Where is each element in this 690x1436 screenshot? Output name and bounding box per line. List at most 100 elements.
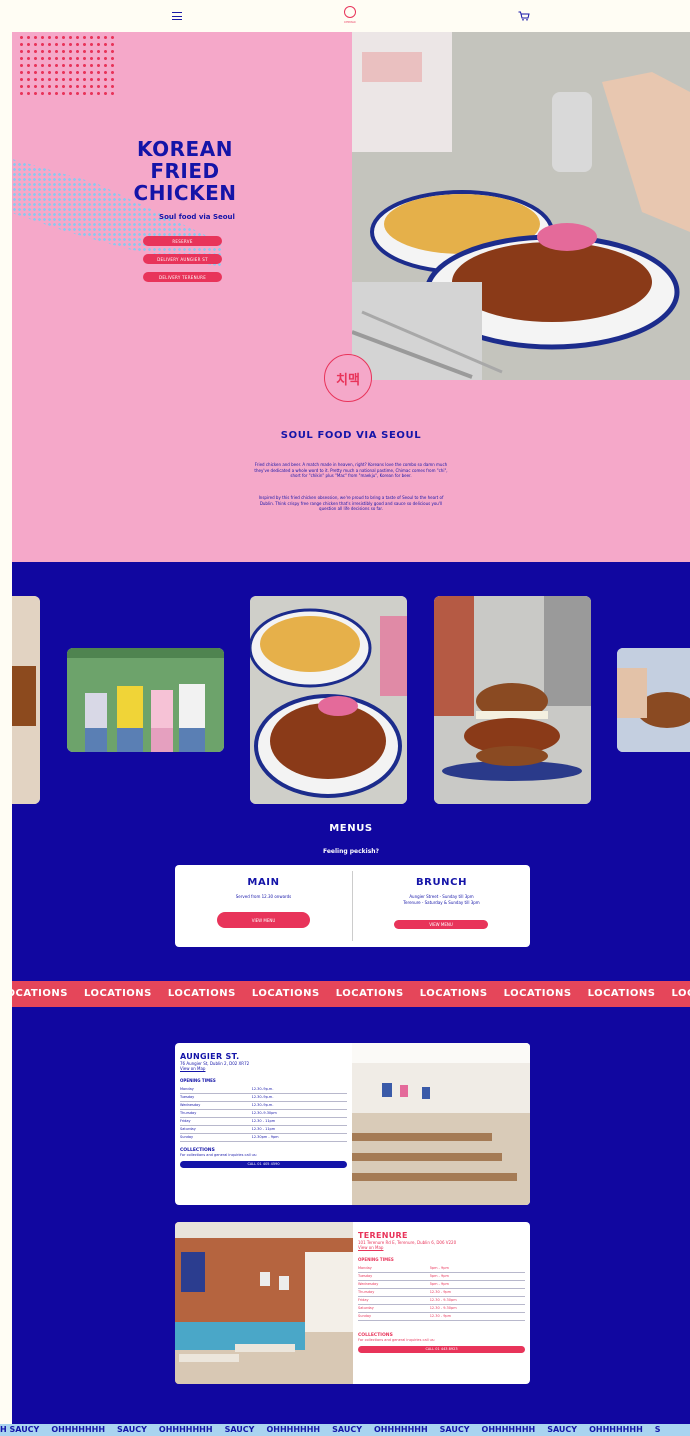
cart-icon[interactable]: [518, 11, 530, 21]
ticker-word: LOCATIONS: [587, 988, 656, 999]
about-paragraph-1: Fried chicken and beer. A match made in …: [254, 462, 448, 479]
hours-row: Monday 12.30–9p.m.: [180, 1085, 347, 1094]
hours-time: 12.30 - 9.30pm: [429, 1304, 525, 1313]
hours-time: 12.30 - 11pm: [251, 1125, 347, 1134]
hours-row: Thursday 12.30 - 9pm: [358, 1288, 525, 1297]
hours-time: 12.30 - 9pm: [429, 1312, 525, 1321]
gallery-image: [12, 596, 40, 804]
terenure-info: TERENURE 101 Terenure Rd E, Terenure, Du…: [353, 1222, 530, 1384]
main-menu-title: MAIN: [247, 877, 280, 888]
view-on-map-link[interactable]: View on Map: [358, 1245, 525, 1250]
ticker-word: SAUCY: [547, 1425, 578, 1434]
call-terenure-button[interactable]: CALL 01 443 8923: [358, 1345, 525, 1353]
hours-time: 12.30 - 9.30pm: [429, 1296, 525, 1305]
location-card-aungier: AUNGIER ST. 76 Aungier St, Dublin 2, D02…: [175, 1043, 530, 1205]
hours-day: Saturday: [358, 1304, 430, 1313]
page: CHIMAC KOREAN FRIED CHICKEN Soul food vi…: [0, 0, 690, 1436]
ticker-word: OHHHHHHH: [158, 1425, 213, 1434]
hours-row: Thursday 12.30–9.30pm: [180, 1109, 347, 1118]
chimac-stamp: 치맥: [324, 354, 372, 402]
ticker-word: LOCATIONS: [12, 988, 68, 999]
collections-text: For collections and general inquiries ca…: [180, 1152, 257, 1157]
call-aungier-button[interactable]: CALL 01 405 4590: [180, 1160, 347, 1168]
view-on-map-link[interactable]: View on Map: [180, 1066, 347, 1071]
hero-title-line: FRIED: [150, 159, 220, 183]
hours-time: 12.30–9p.m.: [251, 1093, 347, 1102]
hours-row: Friday 12.30 - 9.30pm: [358, 1296, 525, 1305]
ticker-word: LOCATIONS: [167, 988, 236, 999]
hours-day: Thursday: [358, 1288, 430, 1297]
location-name: TERENURE: [358, 1231, 408, 1240]
hours-day: Friday: [180, 1117, 252, 1126]
hours-row: Tuesday 5pm - 9pm: [358, 1272, 525, 1281]
ticker-word: SAUCY: [332, 1425, 362, 1434]
hours-time: 5pm - 9pm: [429, 1280, 525, 1289]
brunch-menu-title: BRUNCH: [415, 877, 468, 888]
ticker-word: OHHHHHHH: [589, 1425, 643, 1434]
hero-subtitle: Soul food via Seoul: [159, 213, 235, 221]
opening-times-title: OPENING TIMES: [358, 1257, 394, 1262]
ticker-word: OHHHHHHH: [266, 1425, 321, 1434]
view-main-menu-button[interactable]: VIEW MENU: [217, 912, 310, 928]
ticker-word: SAUCY: [117, 1425, 147, 1434]
ticker-word: LOCATIONS: [503, 988, 572, 999]
hero-food-photo: [352, 32, 690, 380]
hours-row: Saturday 12.30 - 11pm: [180, 1125, 347, 1134]
main-menu-hours: Served from 12.30 onwards: [235, 894, 292, 899]
hours-time: 12.30 - 9pm: [429, 1288, 525, 1297]
collections-text: For collections and general inquiries ca…: [358, 1337, 435, 1342]
hours-day: Sunday: [180, 1133, 252, 1142]
hamburger-menu-icon[interactable]: [172, 12, 182, 20]
hours-day: Saturday: [180, 1125, 252, 1134]
delivery-aungier-button[interactable]: DELIVERY AUNGIER ST: [143, 254, 222, 264]
top-navigation: CHIMAC: [0, 0, 690, 32]
ticker-word: OHHHHHHH: [374, 1425, 428, 1434]
aungier-interior-photo: [352, 1043, 530, 1205]
hero-section: KOREAN FRIED CHICKEN Soul food via Seoul…: [12, 32, 690, 562]
view-brunch-menu-button[interactable]: VIEW MENU: [394, 920, 488, 929]
locations-ticker: LOCATIONS LOCATIONS LOCATIONS LOCATIONS LOCA…: [12, 981, 690, 1007]
hours-time: 12.30–9p.m.: [251, 1101, 347, 1110]
ticker-word: LOCATIONS: [671, 988, 690, 999]
hours-row: Sunday 12.30pm - 9pm: [180, 1133, 347, 1142]
hours-time: 12.30–9p.m.: [251, 1085, 347, 1094]
hours-row: Tuesday 12.30–9p.m.: [180, 1093, 347, 1102]
hours-time: 5pm - 9pm: [429, 1272, 525, 1281]
ticker-word: S: [654, 1425, 661, 1434]
chimac-logo[interactable]: CHIMAC: [341, 4, 359, 28]
hours-day: Monday: [180, 1085, 252, 1094]
terenure-interior-photo: [175, 1222, 353, 1384]
ticker-word: H SAUCY: [0, 1425, 40, 1434]
hours-row: Saturday 12.30 - 9.30pm: [358, 1304, 525, 1313]
aungier-info: AUNGIER ST. 76 Aungier St, Dublin 2, D02…: [175, 1043, 352, 1205]
opening-times-table: Monday 12.30–9p.m. Tuesday 12.30–9p.m. Wed…: [180, 1085, 347, 1142]
reserve-button[interactable]: RESERVE: [143, 236, 222, 246]
main-menu-column: MAIN Served from 12.30 onwards: [175, 865, 352, 947]
hours-row: Sunday 12.30 - 9pm: [358, 1312, 525, 1321]
hours-row: Wednesday 12.30–9p.m.: [180, 1101, 347, 1110]
hours-day: Friday: [358, 1296, 430, 1305]
hours-time: 5pm - 9pm: [429, 1264, 525, 1273]
ticker-word: OHHHHHHH: [51, 1425, 106, 1434]
logo-mark: [344, 6, 356, 18]
location-card-terenure: TERENURE 101 Terenure Rd E, Terenure, Du…: [175, 1222, 530, 1384]
menus-subtitle: Feeling peckish?: [322, 848, 380, 855]
location-name: AUNGIER ST.: [180, 1052, 240, 1061]
gallery-image: [67, 648, 224, 752]
hours-time: 12.30pm - 9pm: [251, 1133, 347, 1142]
brunch-menu-column: BRUNCH Aungier Street - Sunday till 3pm …: [353, 865, 530, 947]
ticker-word: LOCATIONS: [419, 988, 488, 999]
hours-row: Wednesday 5pm - 9pm: [358, 1280, 525, 1289]
gallery-image: [617, 648, 690, 752]
hero-title: KOREAN FRIED CHICKEN: [130, 138, 240, 204]
ticker-word: LOCATIONS: [251, 988, 320, 999]
hours-day: Monday: [358, 1264, 430, 1273]
about-title: SOUL FOOD VIA SEOUL: [280, 430, 422, 441]
delivery-terenure-button[interactable]: DELIVERY TERENURE: [143, 272, 222, 282]
menus-locations-section: MENUS Feeling peckish? MAIN Served from …: [12, 562, 690, 1424]
saucy-ticker: H SAUCY OHHHHHHH SAUCY OHHHHHHH SAUCY OHHHHHH…: [0, 1424, 690, 1436]
hours-row: Monday 5pm - 9pm: [358, 1264, 525, 1273]
ticker-word: SAUCY: [224, 1425, 255, 1434]
hours-day: Tuesday: [358, 1272, 430, 1281]
gallery-image: [434, 596, 591, 804]
